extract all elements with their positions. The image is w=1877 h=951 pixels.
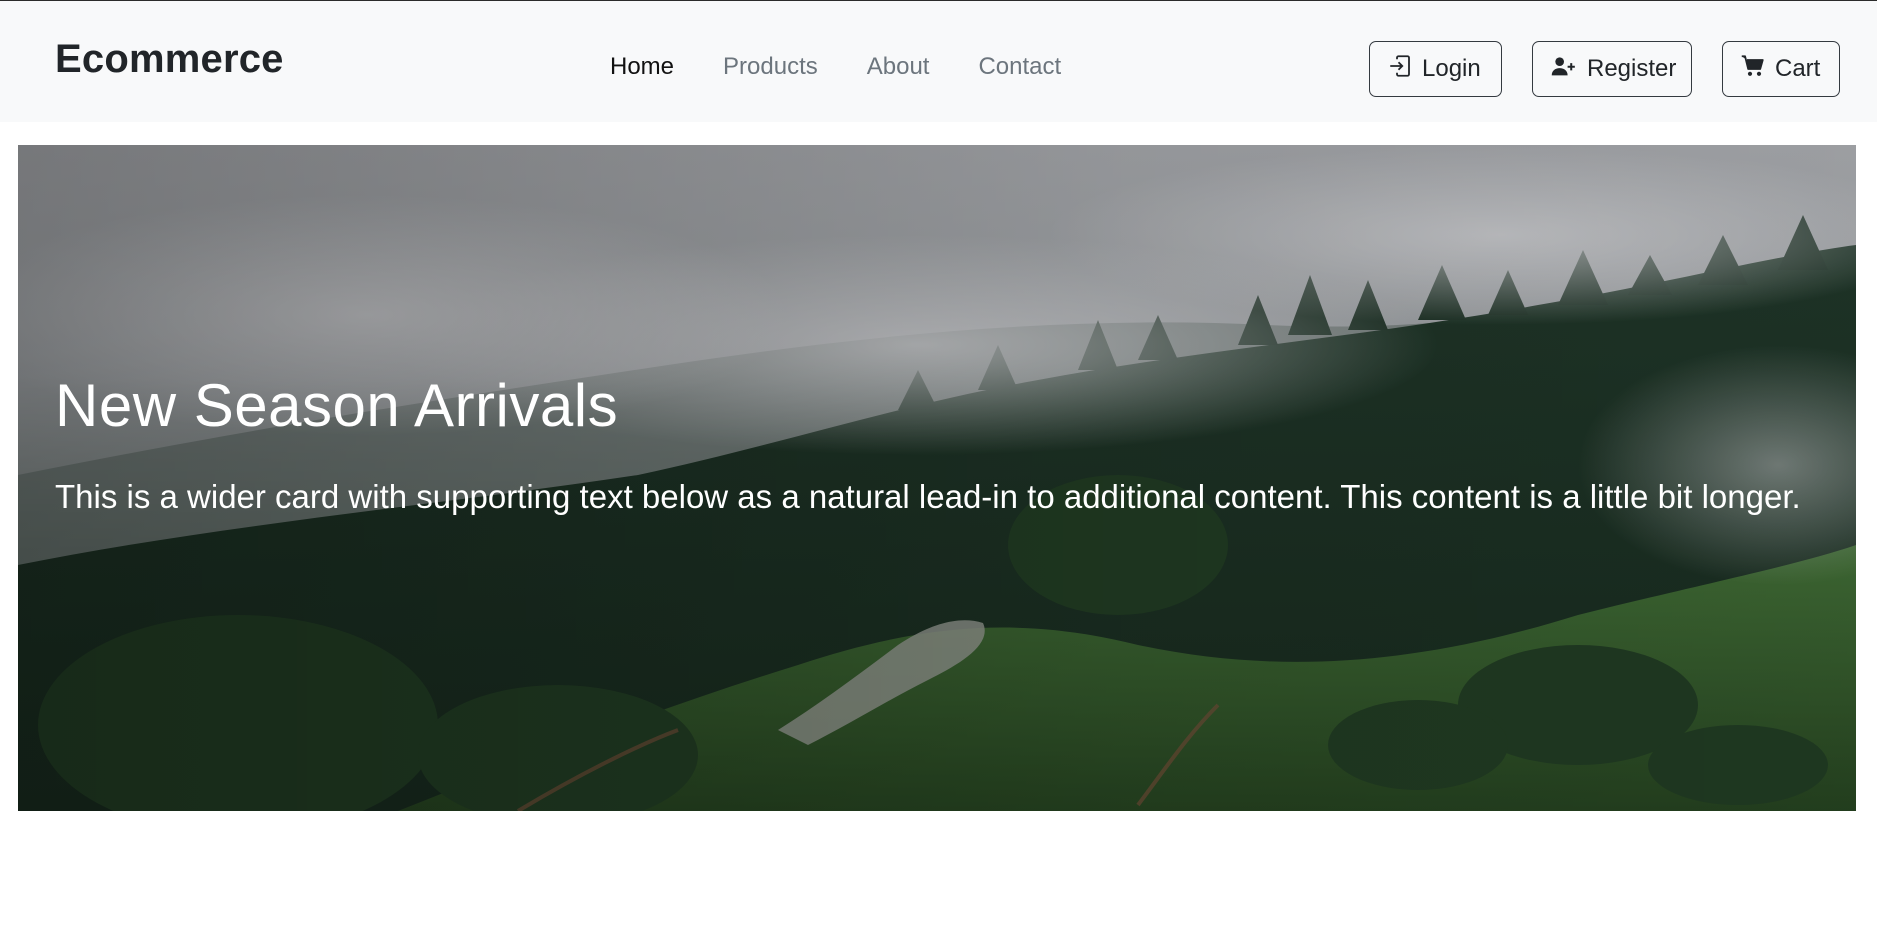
brand-logo[interactable]: Ecommerce [55,37,284,82]
nav-link-home[interactable]: Home [610,53,674,81]
navbar: Ecommerce Home Products About Contact Lo… [0,1,1877,122]
cart-button[interactable]: Cart [1722,41,1840,97]
nav-link-contact[interactable]: Contact [978,53,1061,81]
user-plus-icon [1551,54,1587,85]
login-icon [1388,54,1422,85]
register-button[interactable]: Register [1532,41,1692,97]
login-label: Login [1422,55,1481,82]
cart-icon [1741,54,1775,85]
hero-overlay: New Season Arrivals This is a wider card… [55,370,1835,524]
hero-title: New Season Arrivals [55,372,619,439]
login-button[interactable]: Login [1369,41,1502,97]
nav-link-products[interactable]: Products [723,53,818,81]
cart-label: Cart [1775,55,1821,82]
register-label: Register [1587,55,1677,82]
main-nav: Home Products About Contact [610,53,1110,81]
hero-text: This is a wider card with supporting tex… [55,478,1801,515]
nav-link-about[interactable]: About [867,53,930,81]
hero-card: New Season Arrivals This is a wider card… [18,145,1856,811]
